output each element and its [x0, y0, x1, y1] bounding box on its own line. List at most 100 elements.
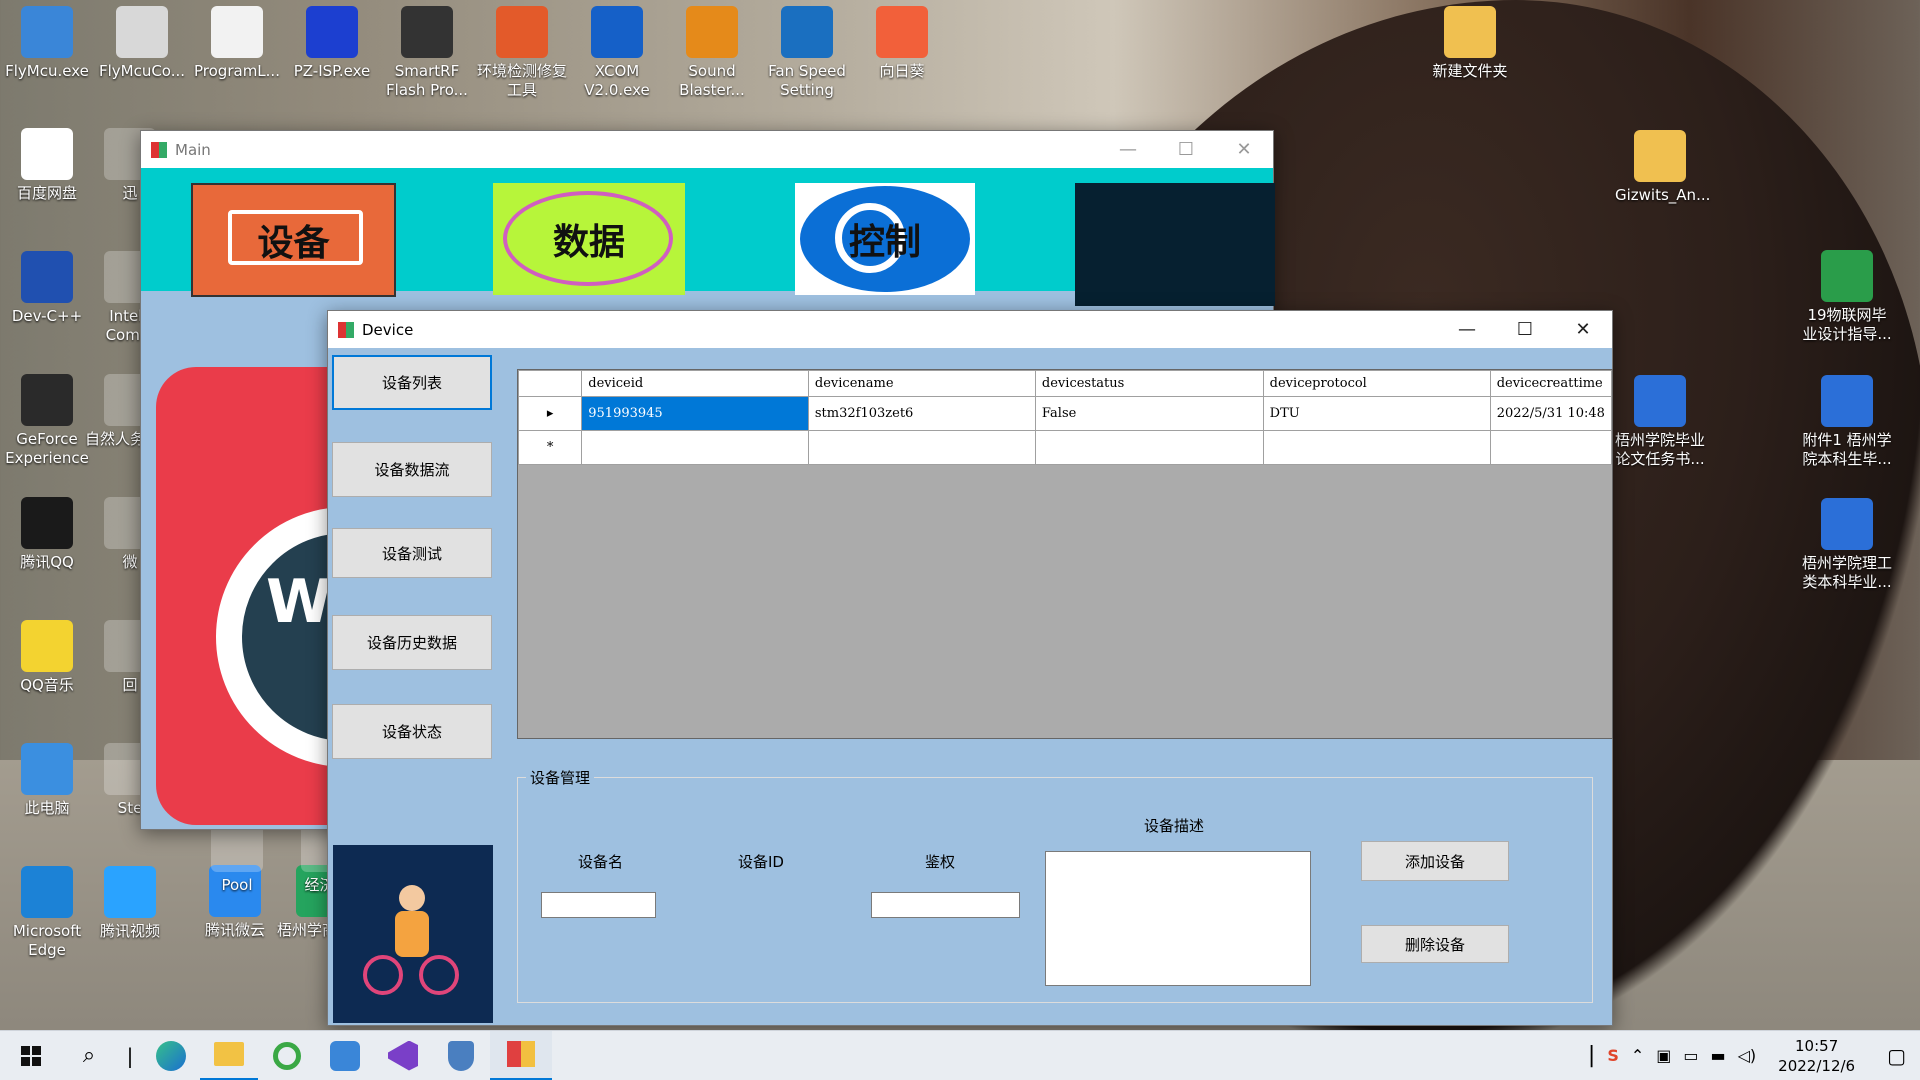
new-row-icon[interactable]: * [518, 430, 583, 465]
column-header[interactable]: deviceprotocol [1262, 370, 1491, 397]
table-cell[interactable] [807, 430, 1036, 465]
desktop-icon-left-2[interactable]: GeForce Experience [2, 374, 92, 468]
app-icon [496, 6, 548, 58]
device-window: Device — ☐ ✕ 设备列表 设备数据流 设备测试 设备历史数据 设备状态… [327, 310, 1613, 1026]
desktop-icon-right-1[interactable]: Gizwits_An... [1615, 130, 1710, 205]
desktop-icon-left-6[interactable]: Microsoft Edge [2, 866, 92, 960]
desktop-icon-left-5[interactable]: 此电脑 [2, 743, 92, 818]
app-icon [21, 128, 73, 180]
control-banner-button[interactable]: 控制 [795, 183, 975, 295]
minimize-icon[interactable]: — [1099, 131, 1157, 168]
desktop-icon-label: 梧州学院理工类本科毕业... [1802, 554, 1893, 591]
notification-icon[interactable]: ▢ [1887, 1044, 1906, 1068]
divider: | [1587, 1043, 1596, 1068]
delete-device-button[interactable]: 删除设备 [1361, 925, 1509, 963]
app-icon [876, 6, 928, 58]
nav-device-dataflow[interactable]: 设备数据流 [332, 442, 492, 497]
desktop-icon-left-3[interactable]: 腾讯QQ [2, 497, 92, 572]
app-icon [591, 6, 643, 58]
network-icon[interactable]: ▣ [1656, 1046, 1671, 1065]
desktop-icon-top-2[interactable]: ProgramL... [192, 6, 282, 81]
table-cell[interactable]: DTU [1262, 396, 1491, 431]
column-header[interactable]: deviceid [581, 370, 809, 397]
desktop-icon-left-0[interactable]: 百度网盘 [2, 128, 92, 203]
table-cell[interactable]: 951993945 [581, 396, 809, 431]
desktop-icon-top-7[interactable]: Sound Blaster... [667, 6, 757, 100]
clock[interactable]: 10:57 2022/12/6 [1778, 1036, 1855, 1076]
app-icon [401, 6, 453, 58]
desktop-icon-left-4[interactable]: QQ音乐 [2, 620, 92, 695]
close-icon[interactable]: ✕ [1554, 311, 1612, 348]
desktop-icon-label: 梧州学院毕业论文任务书... [1615, 431, 1706, 468]
chevron-up-icon[interactable]: ⌃ [1631, 1046, 1644, 1065]
desktop-icon-top-4[interactable]: SmartRF Flash Pro... [382, 6, 472, 100]
edge-taskbar-icon[interactable] [142, 1031, 200, 1080]
desktop-icon-left2-6[interactable]: 腾讯视频 [85, 866, 175, 941]
table-cell[interactable]: 2022/5/31 10:48 [1489, 396, 1612, 431]
table-new-row[interactable]: * [518, 430, 1612, 465]
desktop-icon-top-9[interactable]: 向日葵 [857, 6, 947, 81]
table-cell[interactable] [581, 430, 809, 465]
close-icon[interactable]: ✕ [1215, 131, 1273, 168]
desktop-icon-right-2[interactable]: 19物联网毕业设计指导... [1802, 250, 1892, 344]
data-banner-button[interactable]: 数据 [493, 183, 685, 295]
table-header-row: deviceid devicename devicestatus devicep… [518, 370, 1612, 397]
search-icon[interactable]: ⌕ [60, 1031, 118, 1080]
app-icon [306, 6, 358, 58]
table-row[interactable]: ▸ 951993945 stm32f103zet6 False DTU 2022… [518, 396, 1612, 431]
nav-device-history[interactable]: 设备历史数据 [332, 615, 492, 670]
table-cell[interactable] [1034, 430, 1264, 465]
auth-input[interactable] [871, 892, 1020, 918]
desktop-icon-right-5[interactable]: 梧州学院理工类本科毕业... [1802, 498, 1892, 592]
sogou-input-icon[interactable]: S [1607, 1046, 1619, 1065]
volume-icon[interactable]: ◁) [1738, 1046, 1757, 1065]
desktop-icon-top-8[interactable]: Fan Speed Setting [762, 6, 852, 100]
desktop-icon-left-1[interactable]: Dev-C++ [2, 251, 92, 326]
task-view-icon[interactable]: | [118, 1031, 142, 1080]
desktop-icon-top-3[interactable]: PZ-ISP.exe [287, 6, 377, 81]
desktop-icon-label: 附件1 梧州学院本科生毕... [1802, 431, 1892, 468]
desktop-icon-label: 此电脑 [24, 799, 70, 817]
device-description-label: 设备描述 [1144, 817, 1205, 835]
minimize-icon[interactable]: — [1438, 311, 1496, 348]
nav-device-status[interactable]: 设备状态 [332, 704, 492, 759]
shield-icon[interactable] [432, 1031, 490, 1080]
desktop-icon-top-0[interactable]: FlyMcu.exe [2, 6, 92, 81]
ie-taskbar-icon[interactable] [258, 1031, 316, 1080]
windows-start-icon[interactable] [2, 1031, 60, 1080]
add-device-button[interactable]: 添加设备 [1361, 841, 1509, 881]
nav-device-list[interactable]: 设备列表 [332, 355, 492, 410]
column-header[interactable]: devicestatus [1034, 370, 1264, 397]
table-cell[interactable]: False [1034, 396, 1264, 431]
maximize-icon[interactable]: ☐ [1496, 311, 1554, 348]
desktop-icon-right-4[interactable]: 附件1 梧州学院本科生毕... [1802, 375, 1892, 469]
device-data-grid[interactable]: deviceid devicename devicestatus devicep… [517, 369, 1613, 739]
table-cell[interactable] [1262, 430, 1491, 465]
desktop-icon-label: SmartRF Flash Pro... [386, 62, 468, 99]
display-icon[interactable]: ▭ [1683, 1046, 1698, 1065]
device-banner-button[interactable]: 设备 [191, 183, 396, 297]
desktop-icon-top-5[interactable]: 环境检测修复工具 [477, 6, 567, 100]
desktop-icon-top-1[interactable]: FlyMcuCo... [97, 6, 187, 81]
file-explorer-icon[interactable] [200, 1031, 258, 1080]
row-selector-icon[interactable]: ▸ [518, 396, 583, 431]
maximize-icon[interactable]: ☐ [1157, 131, 1215, 168]
device-description-textarea[interactable] [1045, 851, 1311, 986]
table-cell[interactable] [1489, 430, 1612, 465]
device-name-input[interactable] [541, 892, 656, 918]
column-header[interactable]: devicecreattime [1489, 370, 1612, 397]
table-cell[interactable]: stm32f103zet6 [807, 396, 1036, 431]
desktop-icon-right-3[interactable]: 梧州学院毕业论文任务书... [1615, 375, 1705, 469]
flymcu-taskbar-icon[interactable] [316, 1031, 374, 1080]
device-window-title: Device [362, 320, 414, 339]
row-header-corner [518, 370, 583, 397]
column-header[interactable]: devicename [807, 370, 1036, 397]
desktop-icon-top-6[interactable]: XCOM V2.0.exe [572, 6, 662, 100]
desktop-icon-extra-2[interactable]: Pool [192, 820, 282, 895]
desktop-icon-right-0[interactable]: 新建文件夹 [1425, 6, 1515, 81]
battery-icon[interactable]: ▬ [1711, 1046, 1726, 1065]
nav-device-test[interactable]: 设备测试 [332, 528, 492, 578]
visual-studio-icon[interactable] [374, 1031, 432, 1080]
winform-app-icon[interactable] [490, 1030, 552, 1080]
app-icon [1821, 375, 1873, 427]
